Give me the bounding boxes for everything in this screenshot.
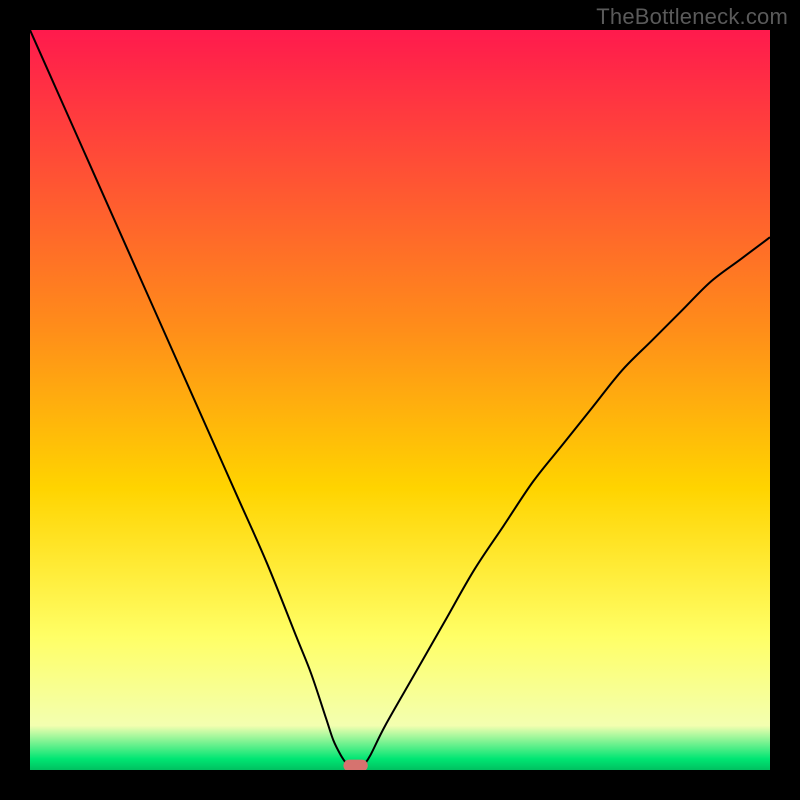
- chart-frame: TheBottleneck.com: [0, 0, 800, 800]
- bottleneck-chart: [30, 30, 770, 770]
- gradient-background: [30, 30, 770, 770]
- watermark-text: TheBottleneck.com: [596, 4, 788, 30]
- optimum-marker: [343, 760, 367, 770]
